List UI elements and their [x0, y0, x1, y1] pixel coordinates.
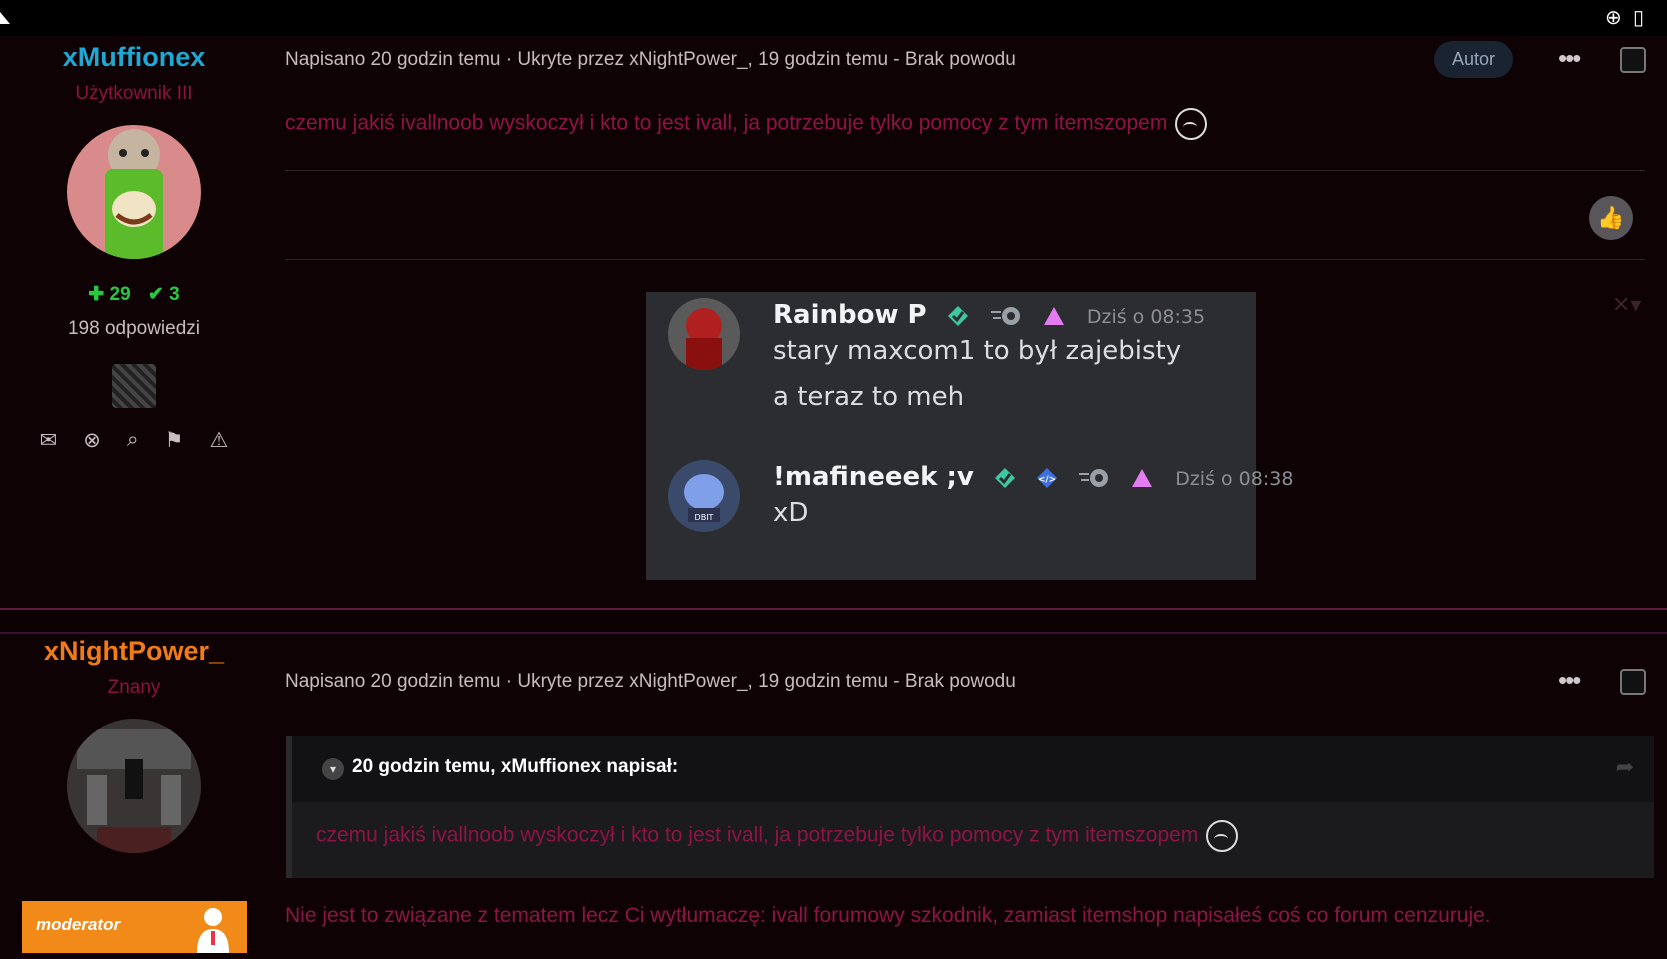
discord-username: !mafineeek ;v [773, 462, 974, 492]
discord-timestamp: Dziś o 08:38 [1175, 468, 1294, 490]
discord-line: stary maxcom1 to był zajebisty [773, 336, 1182, 366]
discord-line: a teraz to meh [773, 382, 965, 412]
svg-text:DBIT: DBIT [695, 513, 714, 522]
sad-emoji-icon [1175, 108, 1208, 140]
search-icon[interactable]: ⌕ [127, 428, 139, 453]
moderator-figure-icon [197, 908, 229, 953]
discord-username: Rainbow P [773, 300, 927, 330]
menu-triangle-icon[interactable] [0, 12, 10, 24]
share-arrow-icon[interactable]: ➦ [1616, 754, 1634, 780]
quote-title: 20 godzin temu, xMuffionex napisał: [352, 756, 679, 777]
author-badge: Autor [1434, 41, 1514, 78]
quote-block: ▾ 20 godzin temu, xMuffionex napisał: ➦ … [286, 736, 1654, 878]
svg-text:</>: </> [1038, 475, 1056, 485]
rep-check: ✔ 3 [147, 284, 180, 305]
role-label: moderator [36, 915, 121, 934]
block-icon[interactable]: ⊗ [83, 428, 101, 453]
quote-header: ▾ 20 godzin temu, xMuffionex napisał: ➦ [292, 736, 1654, 802]
author-rank: Użytkownik III [75, 83, 193, 104]
post-content: Nie jest to związane z tematem lecz Ci w… [285, 904, 1491, 927]
boost-triangle-icon [1132, 468, 1153, 487]
mail-icon[interactable]: ✉ [40, 428, 58, 453]
flag-icon[interactable]: ⚑ [165, 428, 184, 453]
avatar[interactable] [67, 719, 201, 853]
divider [285, 170, 1645, 171]
nitro-badge-icon [1079, 468, 1109, 487]
discord-line: xD [773, 498, 809, 528]
post-separator [0, 608, 1667, 610]
boost-triangle-icon [1043, 306, 1064, 325]
reputation: ✚ 29 ✔ 3 [0, 283, 268, 306]
rep-plus: ✚ 29 [88, 284, 131, 305]
author-rank: Znany [107, 677, 161, 698]
crosshair-icon[interactable]: ⊕ [1605, 7, 1622, 29]
select-post-checkbox[interactable] [1620, 669, 1646, 695]
author-panel: xMuffionex Użytkownik III ✚ 29 ✔ 3 198 o… [0, 42, 268, 453]
moderator-badge: moderator [22, 901, 247, 953]
verified-diamond-icon [994, 467, 1015, 488]
quote-content: czemu jakiś ivallnoob wyskoczył i kto to… [316, 820, 1239, 852]
user-actions: ✉ ⊗ ⌕ ⚑ ⚠ [0, 428, 268, 453]
verified-diamond-icon [947, 305, 968, 326]
discord-avatar: DBIT [668, 460, 740, 532]
chevron-down-icon[interactable]: ▾ [322, 758, 344, 780]
top-bar: ⊕ ▯ [0, 0, 1667, 36]
like-button[interactable]: 👍 [1589, 196, 1633, 240]
post-meta: Napisano 20 godzin temu · Ukryte przez x… [285, 671, 1016, 692]
avatar[interactable] [67, 125, 201, 259]
bedrock-block-icon [112, 364, 156, 408]
discord-timestamp: Dziś o 08:35 [1086, 306, 1206, 328]
close-icon[interactable]: ✕▾ [1612, 292, 1641, 318]
warning-icon[interactable]: ⚠ [209, 428, 228, 453]
select-post-checkbox[interactable] [1620, 47, 1646, 73]
nitro-badge-icon [990, 306, 1020, 325]
vibrate-icon[interactable]: ▯ [1633, 7, 1644, 29]
more-options-icon[interactable]: ••• [1558, 667, 1581, 693]
dev-badge-icon: </> [1037, 467, 1057, 488]
author-name[interactable]: xNightPower_ [0, 636, 268, 667]
discord-avatar [668, 298, 740, 370]
author-name[interactable]: xMuffionex [0, 42, 268, 73]
more-options-icon[interactable]: ••• [1558, 45, 1581, 71]
post-meta: Napisano 20 godzin temu · Ukryte przez x… [285, 49, 1016, 70]
divider [285, 259, 1645, 260]
sad-emoji-icon [1206, 820, 1239, 852]
author-panel: xNightPower_ Znany [0, 636, 268, 853]
post-content: czemu jakiś ivallnoob wyskoczył i kto to… [285, 108, 1208, 140]
answer-count: 198 odpowiedzi [67, 318, 201, 339]
discord-screenshot: Rainbow P Dziś o 08:35 stary maxcom1 to … [646, 292, 1293, 580]
